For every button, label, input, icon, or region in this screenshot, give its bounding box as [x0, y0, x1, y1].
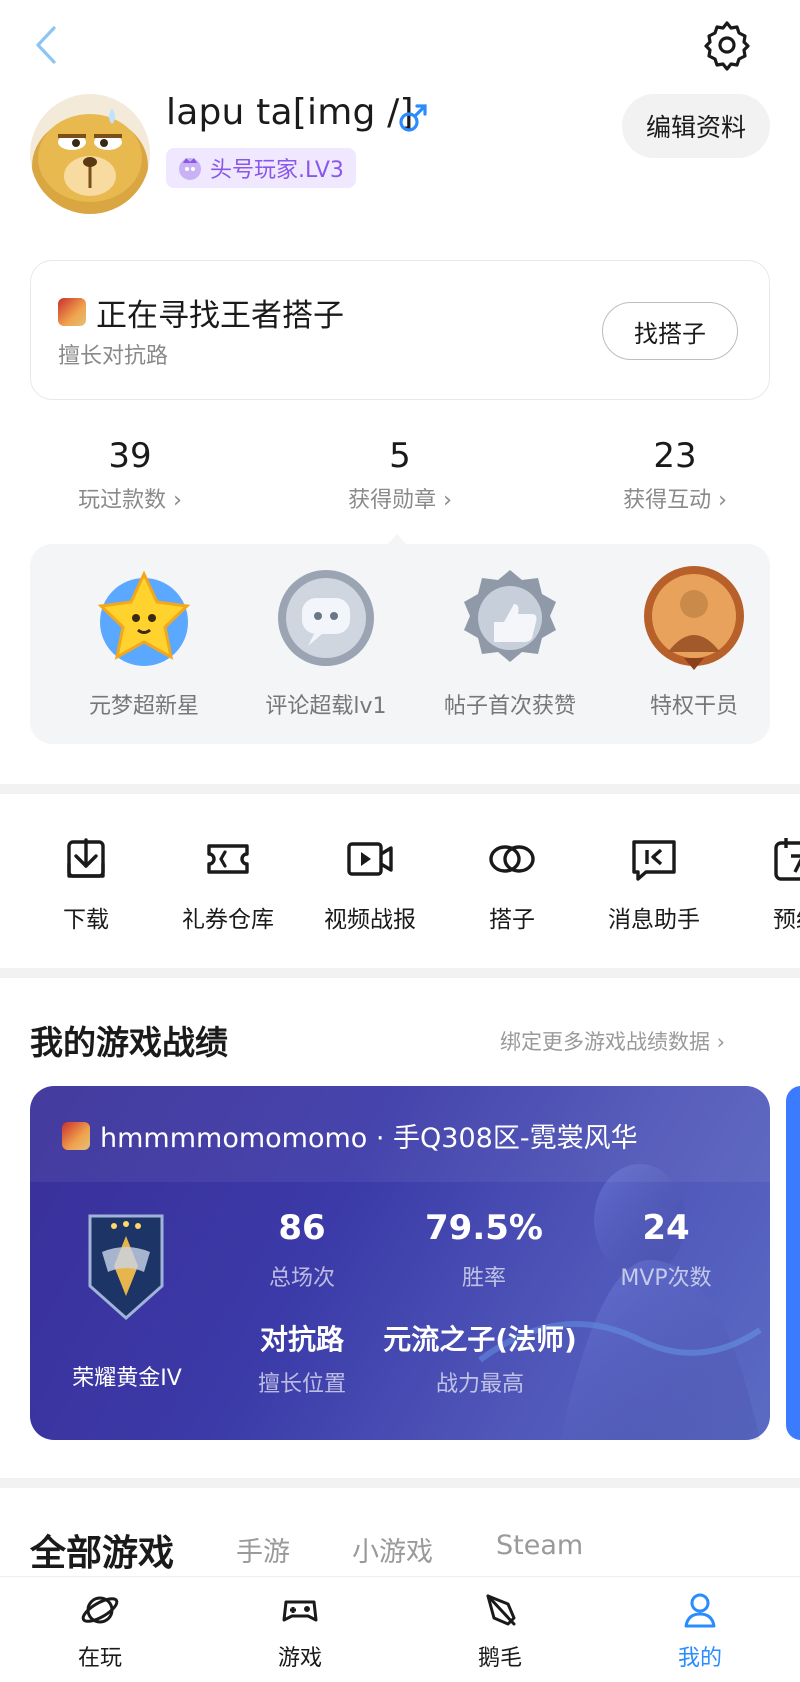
star-medal-icon — [97, 570, 191, 666]
shortcut-label: 礼券仓库 — [182, 907, 274, 933]
level-badge[interactable]: 头号玩家.LV3 — [166, 148, 356, 188]
shortcut-reservation[interactable]: 预约 — [726, 834, 800, 934]
nav-games[interactable]: 游戏 — [200, 1590, 400, 1672]
record-stat-value: 元流之子(法师) — [383, 1323, 577, 1356]
record-section-title: 我的游戏战绩 — [30, 1023, 228, 1062]
stat-games-played[interactable]: 39 玩过款数 › — [0, 436, 260, 514]
nav-label: 我的 — [677, 1646, 722, 1671]
record-stat-value: 86 — [278, 1208, 326, 1248]
gold-rank-emblem-icon — [88, 1214, 164, 1321]
profile-page: lapu ta[img /] 头号玩家.LV3 编辑资料 正在寻找王者搭子 擅长… — [0, 0, 800, 1682]
username: lapu ta[img /] — [166, 92, 414, 133]
record-stat-label: 总场次 — [268, 1266, 335, 1291]
avatar[interactable] — [30, 94, 150, 214]
video-report-icon — [347, 842, 393, 876]
game-account-name: hmmmmomomomo · 手Q308区-霓裳风华 — [100, 1123, 638, 1154]
medal-item[interactable]: 特权干员 — [604, 562, 784, 720]
level-badge-label: 头号玩家.LV3 — [210, 158, 344, 183]
nav-label: 鹅毛 — [477, 1646, 522, 1671]
male-gender-icon — [399, 104, 427, 132]
section-divider — [0, 1478, 800, 1488]
profile-icon — [684, 1593, 716, 1628]
planet-icon — [81, 1596, 119, 1624]
stat-interactions[interactable]: 23 获得互动 › — [545, 436, 800, 514]
nav-me[interactable]: 我的 — [600, 1590, 800, 1672]
section-divider — [0, 968, 800, 978]
edit-profile-button[interactable]: 编辑资料 — [622, 94, 770, 158]
stat-label: 玩过款数 › — [78, 488, 182, 513]
feather-icon — [486, 1594, 516, 1626]
shortcut-label: 消息助手 — [608, 907, 700, 933]
shortcut-label: 搭子 — [489, 907, 535, 933]
stat-label: 获得互动 › — [623, 488, 727, 513]
tab-mobile-games[interactable]: 手游 — [236, 1530, 290, 1569]
section-divider — [0, 784, 800, 794]
shortcut-download[interactable]: 下载 — [16, 834, 156, 934]
stat-value: 39 — [108, 436, 152, 476]
avatar-cat-illustration — [30, 94, 150, 214]
medal-item[interactable]: 评论超载lv1 — [236, 562, 416, 720]
partner-card-subtitle: 擅长对抗路 — [58, 344, 169, 369]
record-stat-label: 擅长位置 — [257, 1372, 346, 1397]
medal-label: 评论超载lv1 — [265, 694, 387, 719]
shortcut-label: 视频战报 — [324, 907, 416, 933]
honor-of-kings-icon — [62, 1122, 90, 1150]
tab-all-games[interactable]: 全部游戏 — [30, 1524, 174, 1576]
player-level-icon — [179, 158, 201, 180]
shortcut-partner[interactable]: 搭子 — [442, 834, 582, 934]
nav-label: 在玩 — [77, 1646, 122, 1671]
record-stat-value: 24 — [642, 1208, 690, 1248]
gear-icon[interactable] — [700, 18, 754, 72]
stat-label: 获得勋章 › — [348, 488, 452, 513]
partner-icon — [489, 845, 535, 873]
shortcut-message-assistant[interactable]: 消息助手 — [584, 834, 724, 934]
medals-pointer — [386, 534, 408, 546]
medal-label: 帖子首次获赞 — [443, 694, 576, 719]
download-icon — [67, 838, 105, 878]
record-stat-value: 对抗路 — [259, 1323, 344, 1356]
coupon-icon — [207, 844, 249, 874]
record-stat-label: 战力最高 — [435, 1372, 524, 1397]
shortcut-label: 预约 — [773, 907, 800, 933]
medal-item[interactable]: 帖子首次获赞 — [420, 562, 600, 720]
honor-of-kings-icon — [58, 298, 86, 326]
gamepad-icon — [282, 1600, 318, 1622]
tab-steam[interactable]: Steam — [496, 1530, 583, 1561]
nav-feather[interactable]: 鹅毛 — [400, 1590, 600, 1672]
shortcut-video-report[interactable]: 视频战报 — [300, 834, 440, 934]
record-stat-label: 胜率 — [461, 1266, 506, 1291]
shortcut-coupons[interactable]: 礼券仓库 — [158, 834, 298, 934]
thumbs-up-medal-icon — [464, 570, 556, 662]
stat-medals[interactable]: 5 获得勋章 › — [270, 436, 530, 514]
message-assistant-icon — [632, 840, 676, 881]
find-partner-button[interactable]: 找搭子 — [602, 302, 738, 360]
shortcut-label: 下载 — [63, 907, 109, 933]
record-stat-label: MVP次数 — [620, 1266, 712, 1291]
rank-name: 荣耀黄金IV — [72, 1366, 182, 1391]
medal-item[interactable]: 元梦超新星 — [54, 562, 234, 720]
comment-medal-icon — [278, 570, 374, 666]
stat-value: 23 — [653, 436, 697, 476]
back-icon[interactable] — [28, 22, 68, 68]
partner-card-title: 正在寻找王者搭子 — [96, 298, 344, 334]
medal-label: 特权干员 — [649, 694, 738, 719]
calendar-icon — [774, 838, 800, 881]
stat-value: 5 — [389, 436, 411, 476]
medal-label: 元梦超新星 — [88, 694, 199, 719]
next-record-card-peek[interactable] — [786, 1086, 800, 1440]
record-stat-value: 79.5% — [425, 1208, 543, 1248]
bind-more-records-link[interactable]: 绑定更多游戏战绩数据 › — [500, 1026, 725, 1056]
nav-playing[interactable]: 在玩 — [0, 1590, 200, 1672]
tab-mini-games[interactable]: 小游戏 — [352, 1530, 433, 1569]
nav-label: 游戏 — [277, 1646, 322, 1671]
operator-medal-icon — [644, 566, 744, 670]
